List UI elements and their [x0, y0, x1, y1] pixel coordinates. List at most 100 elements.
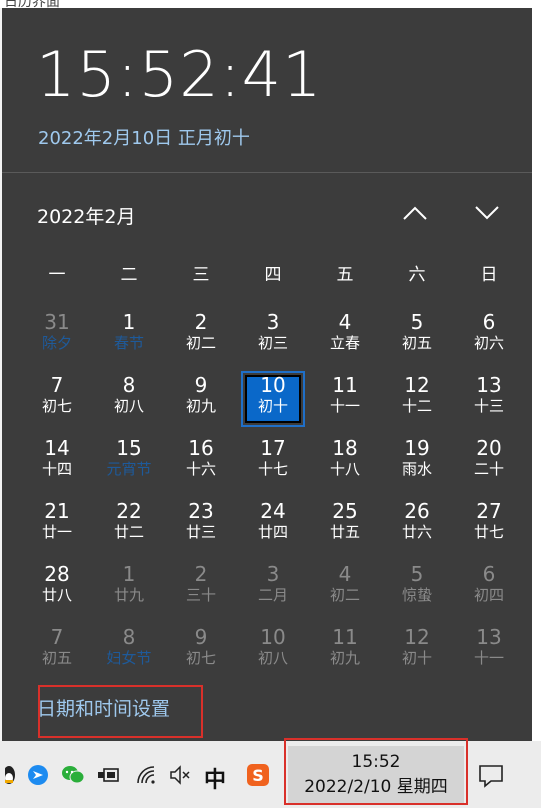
day-number: 12 — [404, 625, 430, 649]
calendar-day[interactable]: 12 十二 — [381, 364, 453, 427]
calendar-day[interactable]: 18 十八 — [309, 427, 381, 490]
calendar-day[interactable]: 10 初八 — [237, 616, 309, 679]
calendar-day[interactable]: 2 三十 — [165, 553, 237, 616]
calendar-day[interactable]: 20 二十 — [453, 427, 525, 490]
day-number: 2 — [194, 310, 208, 334]
full-date-link[interactable]: 2022年2月10日 正月初十 — [38, 124, 250, 150]
calendar-day[interactable]: 24 廿四 — [237, 490, 309, 553]
lunar-date: 初七 — [185, 649, 216, 667]
ime-mode-indicator[interactable]: 中 — [204, 762, 226, 794]
lunar-date: 初五 — [401, 334, 432, 352]
calendar-day[interactable]: 1 廿九 — [93, 553, 165, 616]
weekday-label: 一 — [48, 265, 66, 285]
previous-month-button[interactable] — [402, 204, 432, 228]
lunar-date: 初十 — [257, 397, 288, 415]
calendar-day[interactable]: 3 初三 — [237, 301, 309, 364]
month-label[interactable]: 2022年2月 — [37, 202, 135, 229]
calendar-day[interactable]: 13 十一 — [453, 616, 525, 679]
day-number: 24 — [260, 499, 286, 523]
calendar-day[interactable]: 5 初五 — [381, 301, 453, 364]
wechat-icon[interactable] — [61, 763, 85, 787]
calendar-day[interactable]: 23 廿三 — [165, 490, 237, 553]
calendar-day[interactable]: 7 初五 — [21, 616, 93, 679]
calendar-day[interactable]: 9 初七 — [165, 616, 237, 679]
background-window-text: 日历界面 — [4, 0, 60, 8]
day-number: 8 — [122, 373, 136, 397]
lunar-date: 春节 — [113, 334, 144, 352]
lunar-date: 二月 — [257, 586, 288, 604]
lunar-date: 廿五 — [329, 523, 360, 541]
lunar-date: 初七 — [41, 397, 72, 415]
calendar-day[interactable]: 6 初四 — [453, 553, 525, 616]
lunar-date: 十二 — [401, 397, 432, 415]
day-number: 26 — [404, 499, 430, 523]
day-number: 23 — [188, 499, 214, 523]
day-number: 13 — [476, 373, 502, 397]
lunar-date: 除夕 — [41, 334, 72, 352]
calendar-day[interactable]: 22 廿二 — [93, 490, 165, 553]
calendar-day[interactable]: 21 廿一 — [21, 490, 93, 553]
weekday-label: 四 — [264, 265, 282, 285]
lunar-date: 初六 — [473, 334, 504, 352]
calendar-day[interactable]: 11 初九 — [309, 616, 381, 679]
calendar-day[interactable]: 28 廿八 — [21, 553, 93, 616]
qq-icon[interactable] — [0, 763, 24, 787]
day-number: 25 — [332, 499, 358, 523]
calendar-day-today[interactable]: 10 初十 — [237, 364, 309, 427]
calendar-day[interactable]: 9 初九 — [165, 364, 237, 427]
day-number: 14 — [44, 436, 70, 460]
calendar-day[interactable]: 8 初八 — [93, 364, 165, 427]
calendar-day[interactable]: 25 廿五 — [309, 490, 381, 553]
usb-icon[interactable] — [96, 763, 120, 787]
weekday-label: 六 — [408, 265, 426, 285]
calendar-day[interactable]: 2 初二 — [165, 301, 237, 364]
calendar-day[interactable]: 1 春节 — [93, 301, 165, 364]
wifi-icon[interactable] — [134, 763, 158, 787]
lunar-date: 廿四 — [257, 523, 288, 541]
lunar-date: 廿八 — [41, 586, 72, 604]
calendar-day[interactable]: 7 初七 — [21, 364, 93, 427]
calendar-day[interactable]: 4 立春 — [309, 301, 381, 364]
lunar-date: 十一 — [473, 649, 504, 667]
lunar-date: 惊蛰 — [401, 586, 432, 604]
calendar-day[interactable]: 17 十七 — [237, 427, 309, 490]
calendar-day[interactable]: 31 除夕 — [21, 301, 93, 364]
lunar-date: 廿二 — [113, 523, 144, 541]
calendar-day[interactable]: 6 初六 — [453, 301, 525, 364]
day-number: 13 — [476, 625, 502, 649]
calendar-day[interactable]: 16 十六 — [165, 427, 237, 490]
day-number: 22 — [116, 499, 142, 523]
day-number: 4 — [338, 562, 352, 586]
flyout-edge — [532, 8, 541, 741]
calendar-day[interactable]: 5 惊蛰 — [381, 553, 453, 616]
day-number: 21 — [44, 499, 70, 523]
calendar-day[interactable]: 14 十四 — [21, 427, 93, 490]
volume-muted-icon[interactable] — [168, 763, 192, 787]
highlight-box-clock — [284, 738, 468, 805]
lunar-date: 初八 — [113, 397, 144, 415]
calendar-day[interactable]: 8 妇女节 — [93, 616, 165, 679]
weekday-header: 一 二 三 四 五 六 日 — [21, 260, 525, 285]
calendar-day[interactable]: 13 十三 — [453, 364, 525, 427]
feishu-icon[interactable] — [26, 763, 50, 787]
notification-center-button[interactable] — [478, 764, 504, 788]
lunar-date: 元宵节 — [106, 460, 152, 478]
calendar-day[interactable]: 3 二月 — [237, 553, 309, 616]
day-number: 12 — [404, 373, 430, 397]
background-window-strip: 日历界面 — [0, 0, 541, 8]
weekday-label: 五 — [336, 265, 354, 285]
calendar-day[interactable]: 27 廿七 — [453, 490, 525, 553]
chevron-up-icon — [403, 206, 427, 220]
calendar-day[interactable]: 26 廿六 — [381, 490, 453, 553]
divider — [2, 172, 532, 173]
lunar-date: 初九 — [185, 397, 216, 415]
calendar-day[interactable]: 19 雨水 — [381, 427, 453, 490]
next-month-button[interactable] — [474, 204, 504, 228]
sogou-icon[interactable]: S — [246, 763, 270, 787]
calendar-day[interactable]: 12 初十 — [381, 616, 453, 679]
calendar-day[interactable]: 15 元宵节 — [93, 427, 165, 490]
calendar-day[interactable]: 4 初二 — [309, 553, 381, 616]
day-number: 31 — [44, 310, 70, 334]
day-number: 27 — [476, 499, 502, 523]
calendar-day[interactable]: 11 十一 — [309, 364, 381, 427]
